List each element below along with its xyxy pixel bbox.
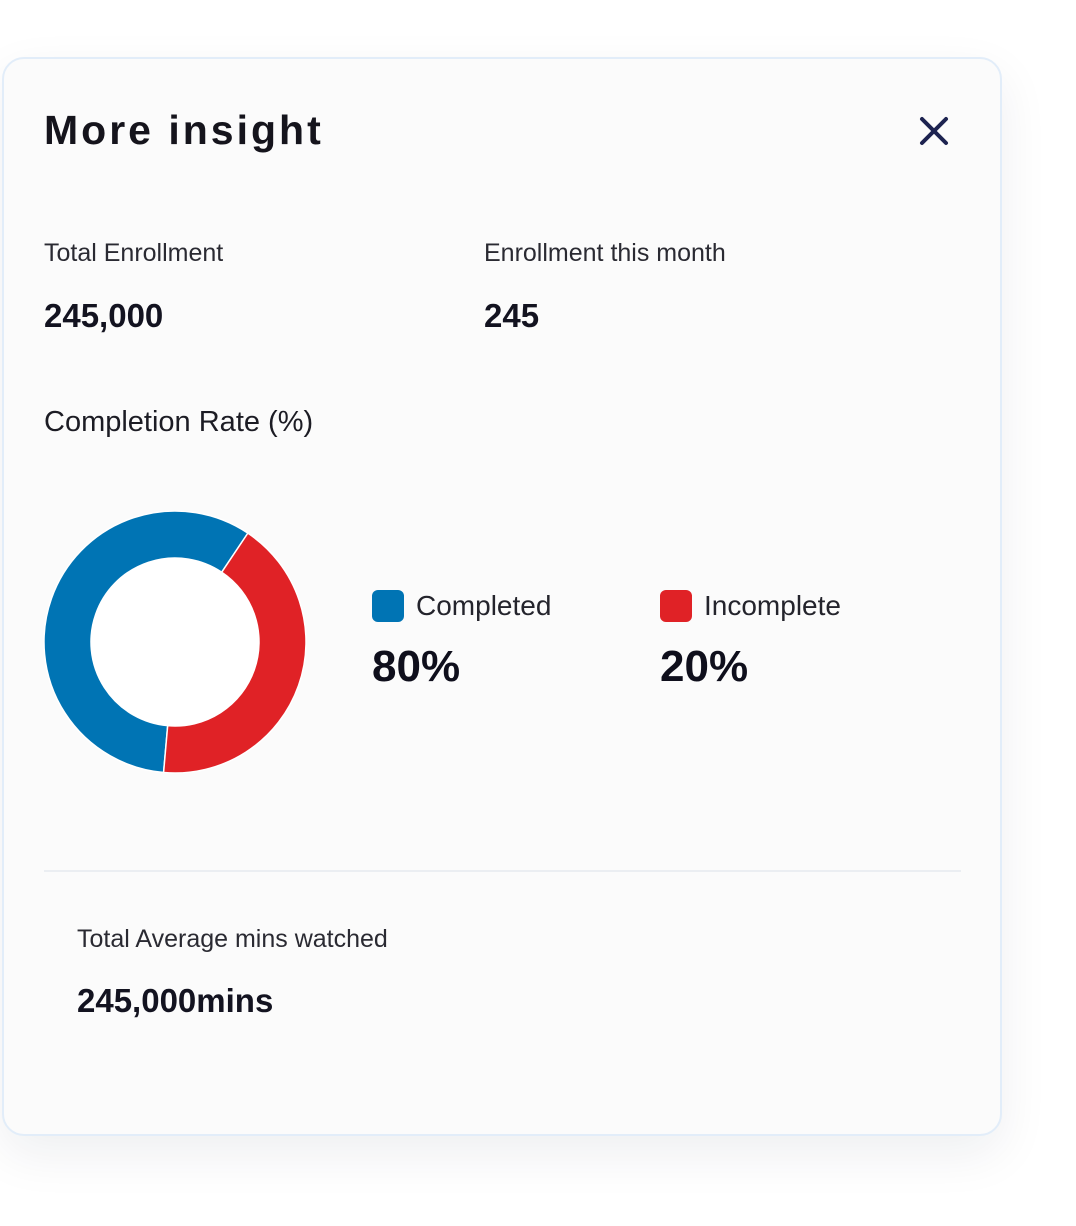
incomplete-value: 20% (660, 642, 749, 691)
section-divider (44, 870, 961, 872)
completed-label: Completed (416, 590, 552, 621)
completed-value: 80% (372, 642, 461, 691)
incomplete-swatch (660, 590, 692, 622)
panel-title: More insight (44, 107, 324, 153)
close-button[interactable] (913, 110, 955, 152)
avg-mins-label: Total Average mins watched (77, 925, 388, 953)
total-enrollment-value: 245,000 (44, 297, 164, 334)
total-enrollment-label: Total Enrollment (44, 239, 224, 267)
incomplete-label: Incomplete (704, 590, 841, 621)
completion-rate-title: Completion Rate (%) (44, 406, 314, 438)
completed-swatch (372, 590, 404, 622)
close-icon (920, 117, 948, 145)
completion-donut-chart (43, 510, 307, 774)
enrollment-month-value: 245 (484, 297, 540, 334)
donut-hole (91, 558, 259, 726)
enrollment-month-label: Enrollment this month (484, 239, 726, 267)
avg-mins-value: 245,000mins (77, 982, 274, 1019)
